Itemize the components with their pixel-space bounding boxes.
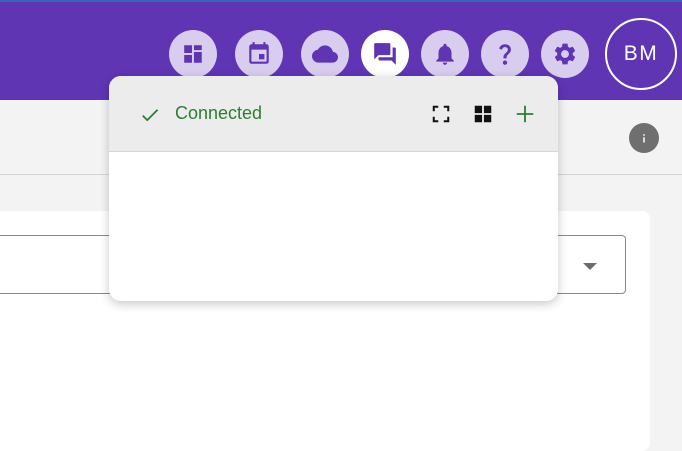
cloud-button[interactable]: [301, 30, 349, 78]
plus-icon: [516, 105, 534, 123]
dashboard-icon: [184, 45, 202, 63]
connection-status: Connected: [175, 103, 263, 123]
add-button[interactable]: [513, 102, 537, 126]
bell-icon: [436, 43, 454, 65]
chat-icon: [374, 43, 396, 65]
check-icon: [142, 109, 159, 122]
settings-button[interactable]: [541, 30, 589, 78]
fullscreen-button[interactable]: [429, 102, 453, 126]
check-icon-wrap: [139, 104, 161, 126]
dashboard-button[interactable]: [169, 30, 217, 78]
chat-popover-header: Connected: [109, 76, 558, 152]
fullscreen-icon: [432, 105, 450, 123]
user-avatar[interactable]: BM: [605, 18, 677, 90]
avatar-initials: BM: [623, 42, 659, 65]
grid-icon: [474, 105, 492, 123]
calendar-icon: [249, 42, 269, 64]
info-button[interactable]: [629, 123, 659, 153]
chat-button[interactable]: [361, 30, 409, 78]
calendar-button[interactable]: [235, 30, 283, 78]
grid-view-button[interactable]: [471, 102, 495, 126]
help-icon: [499, 44, 511, 65]
gear-icon: [554, 43, 576, 65]
select-dropdown-arrow[interactable]: [581, 259, 599, 271]
cloud-icon: [312, 45, 338, 63]
dropdown-arrow-icon: [583, 263, 597, 270]
notifications-button[interactable]: [421, 30, 469, 78]
info-icon: [643, 134, 645, 143]
chat-popover: Connected: [109, 76, 558, 301]
help-button[interactable]: [481, 30, 529, 78]
